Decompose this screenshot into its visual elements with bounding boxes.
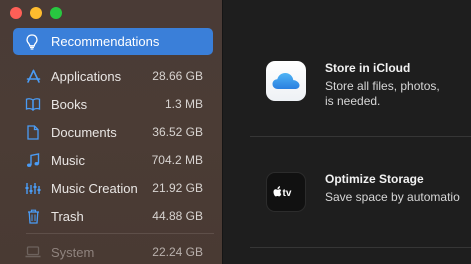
recommendation-store-in-icloud: Store in iCloud Store all files, photos,… [266,61,471,109]
sidebar-item-size: 28.66 GB [152,69,203,83]
sidebar-item-size: 21.92 GB [152,181,203,195]
window-controls [10,7,62,19]
sidebar-list: Applications 28.66 GB Books 1.3 MB Docum… [13,62,213,230]
storage-settings-window: Recommendations Applications 28.66 GB Bo… [0,0,471,264]
sidebar-item-applications[interactable]: Applications 28.66 GB [13,62,213,90]
lightbulb-icon [25,33,39,50]
sidebar-item-system: System 22.24 GB [13,238,213,264]
recommendation-title: Store in iCloud [325,61,411,75]
book-icon [25,96,41,112]
sidebar-item-documents[interactable]: Documents 36.52 GB [13,118,213,146]
recommendation-description: Save space by automatio [325,190,460,204]
sidebar-item-label: Books [51,96,88,112]
apple-tv-icon: tv [266,172,306,212]
close-window-button[interactable] [10,7,22,19]
sidebar-item-size: 1.3 MB [164,97,203,111]
sidebar-item-music[interactable]: Music 704.2 MB [13,146,213,174]
recommendations-pane: Store in iCloud Store all files, photos,… [223,0,471,264]
recommendation-text: Optimize Storage Save space by automatio [325,172,460,205]
laptop-icon [25,244,41,260]
recommendation-divider [250,247,471,248]
sidebar-divider [26,233,214,234]
sidebar-item-trash[interactable]: Trash 44.88 GB [13,202,213,230]
sidebar: Recommendations Applications 28.66 GB Bo… [0,0,223,264]
recommendation-optimize-storage: tv Optimize Storage Save space by automa… [266,172,471,212]
document-icon [25,124,41,140]
sidebar-item-size: 44.88 GB [152,209,203,223]
music-creation-icon [25,180,41,196]
sidebar-item-label: Applications [51,68,122,84]
sidebar-item-label: Music Creation [51,180,138,196]
sidebar-item-recommendations[interactable]: Recommendations [13,28,213,55]
recommendation-description: Store all files, photos, [325,79,440,93]
apple-tv-icon-text: tv [283,188,292,199]
sidebar-item-label: Music [51,152,85,168]
sidebar-item-size: 36.52 GB [152,125,203,139]
zoom-window-button[interactable] [50,7,62,19]
sidebar-item-label: System [51,244,95,260]
sidebar-item-size: 22.24 GB [152,245,203,259]
trash-icon [25,208,41,224]
sidebar-item-music-creation[interactable]: Music Creation 21.92 GB [13,174,213,202]
sidebar-item-label: Documents [51,124,117,140]
recommendation-divider [250,136,471,137]
recommendation-description: is needed. [325,94,381,108]
icloud-icon [266,61,306,101]
music-note-icon [25,152,41,168]
recommendation-title: Optimize Storage [325,172,424,186]
sidebar-item-books[interactable]: Books 1.3 MB [13,90,213,118]
sidebar-item-label: Recommendations [51,34,160,49]
sidebar-item-size: 704.2 MB [151,153,203,167]
recommendation-text: Store in iCloud Store all files, photos,… [325,61,440,109]
sidebar-item-label: Trash [51,208,84,224]
minimize-window-button[interactable] [30,7,42,19]
applications-icon [25,68,41,84]
